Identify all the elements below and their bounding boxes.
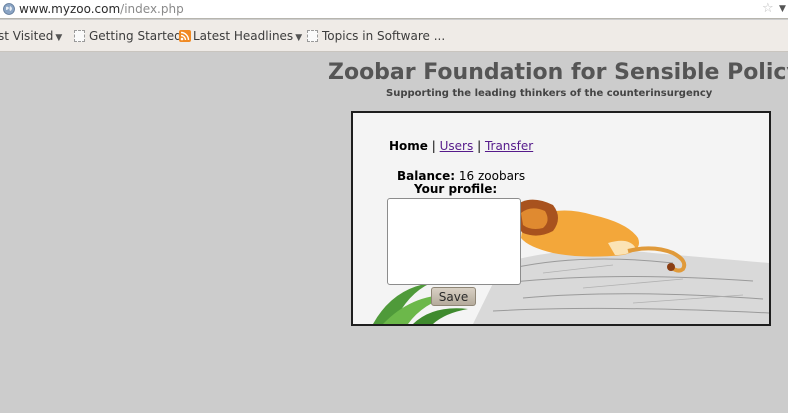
balance-value: 16 zoobars (458, 169, 526, 183)
main-content-box: Home | Users | Transfer Balance: 16 zoob… (351, 111, 771, 326)
balance-display: Balance: 16 zoobars (397, 169, 525, 183)
globe-icon (3, 3, 15, 15)
url-domain: www.myzoo.com (19, 2, 121, 16)
nav-users-link[interactable]: Users (440, 139, 474, 153)
address-bar[interactable]: www.myzoo.com/index.php ☆ ▼ (0, 0, 788, 19)
bookmark-most-visited[interactable]: st Visited ▼ (0, 29, 62, 45)
bookmark-topics-in-software[interactable]: Topics in Software ... (307, 29, 445, 43)
dropdown-arrow-icon: ▼ (295, 33, 303, 43)
nav-transfer-link[interactable]: Transfer (485, 139, 533, 153)
nav-separator: | (431, 139, 436, 153)
bookmark-star-icon[interactable]: ☆ (762, 1, 774, 17)
bookmark-label: Latest Headlines (193, 29, 294, 43)
dropdown-arrow-icon: ▼ (55, 33, 63, 43)
balance-label: Balance: (397, 169, 456, 183)
page-title: Zoobar Foundation for Sensible Policy (328, 60, 788, 85)
main-navigation: Home | Users | Transfer (389, 139, 533, 153)
nav-home[interactable]: Home (389, 139, 428, 153)
bookmark-label: st Visited (0, 29, 54, 43)
bookmark-label: Getting Started (89, 29, 182, 43)
profile-label: Your profile: (414, 182, 498, 196)
bookmark-label: Topics in Software ... (322, 29, 446, 43)
page-icon (74, 30, 85, 42)
profile-textarea[interactable] (387, 198, 521, 285)
bookmark-getting-started[interactable]: Getting Started (74, 29, 182, 43)
dropdown-arrow-icon[interactable]: ▼ (779, 1, 786, 17)
rss-feed-icon (179, 30, 191, 42)
save-button[interactable]: Save (431, 287, 476, 306)
page-subtitle: Supporting the leading thinkers of the c… (386, 88, 713, 99)
url-path: /index.php (120, 2, 184, 16)
bookmarks-toolbar: st Visited ▼ Getting Started Latest Headl… (0, 20, 788, 52)
nav-separator: | (477, 139, 482, 153)
url-text[interactable]: www.myzoo.com/index.php (19, 2, 184, 16)
bookmark-latest-headlines[interactable]: Latest Headlines ▼ (179, 29, 302, 45)
page-icon (307, 30, 318, 42)
